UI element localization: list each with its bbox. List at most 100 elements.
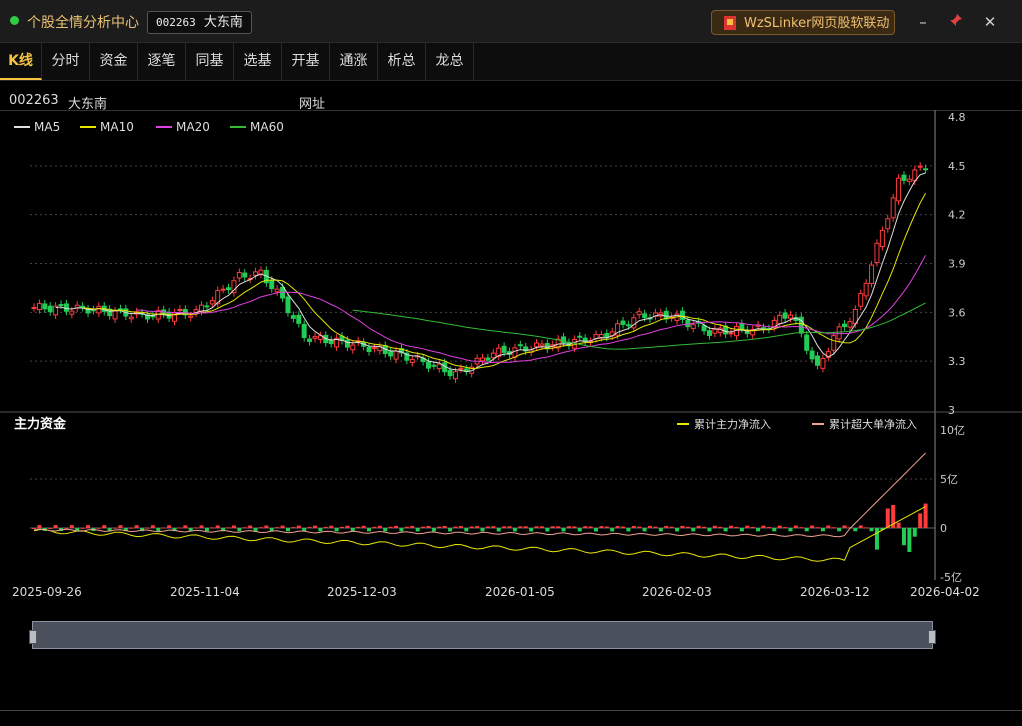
candle — [204, 305, 210, 308]
flow-bar — [491, 526, 496, 528]
tab-1[interactable]: 分时 — [42, 43, 90, 80]
legend-label: MA10 — [100, 120, 134, 134]
y-tick-label: 4.8 — [948, 111, 966, 124]
flow-bar — [231, 525, 236, 528]
flow-bar — [204, 528, 209, 532]
stock-selector[interactable]: 002263 大东南 — [147, 11, 252, 34]
tab-7[interactable]: 通涨 — [330, 43, 378, 80]
range-handle-left[interactable] — [29, 630, 37, 644]
candle — [31, 306, 37, 309]
tab-0[interactable]: K线 — [0, 43, 42, 80]
candle — [804, 334, 810, 351]
candle — [425, 361, 431, 369]
x-tick-label: 2025-09-26 — [12, 585, 82, 599]
flow-bar — [345, 525, 350, 528]
candle — [447, 369, 453, 377]
candle — [301, 323, 307, 338]
flow-bar — [280, 525, 285, 528]
candle — [112, 310, 118, 320]
flow-bar — [680, 525, 685, 528]
minimize-button[interactable]: – — [911, 10, 935, 34]
tab-5[interactable]: 选基 — [234, 43, 282, 80]
flow-bar — [264, 525, 269, 528]
flow-bar — [702, 526, 707, 528]
flow-bar — [475, 526, 480, 528]
candle — [820, 358, 826, 369]
flow-bar — [372, 526, 377, 528]
title-bar: 个股全情分析中心 002263 大东南 WzSLinker网页股软联动 – ✕ — [0, 0, 1022, 43]
candle — [642, 313, 648, 318]
candle — [242, 272, 248, 278]
linker-button[interactable]: WzSLinker网页股软联动 — [711, 10, 895, 35]
candle — [236, 272, 242, 279]
flow-bar — [312, 525, 317, 528]
ma10-line — [82, 193, 927, 370]
candle — [604, 333, 610, 338]
flow-bar — [874, 528, 879, 550]
divider — [0, 710, 1022, 711]
candle — [874, 242, 880, 263]
tab-9[interactable]: 龙总 — [426, 43, 474, 80]
flow-bar — [215, 525, 220, 528]
flow-bar — [340, 526, 345, 528]
candle — [701, 325, 707, 332]
flow-bar — [896, 522, 901, 528]
tab-2[interactable]: 资金 — [90, 43, 138, 80]
candle — [625, 324, 631, 327]
candle — [539, 343, 545, 347]
bookmark-icon — [724, 16, 736, 30]
flow-bar — [853, 528, 858, 532]
flow-bar — [658, 528, 663, 532]
flow-bar — [739, 528, 744, 532]
flow-bar — [729, 525, 734, 528]
chart-area[interactable]: 4.8 4.5 4.2 3.9 3.6 3.3 3 MA5 MA10 MA20 MA60 主力资金 累计… — [0, 110, 1022, 610]
tab-6[interactable]: 开基 — [282, 43, 330, 80]
y-tick-label: 3.3 — [948, 355, 966, 368]
candle — [409, 358, 415, 363]
flow-bar — [415, 528, 420, 532]
candle — [393, 350, 399, 360]
candle — [485, 357, 491, 361]
candle — [593, 333, 599, 339]
candle — [58, 304, 64, 307]
candle — [534, 342, 540, 348]
flow-bar — [664, 525, 669, 528]
flow-bar — [69, 525, 74, 528]
candle — [906, 178, 912, 182]
flow-bar — [134, 525, 139, 528]
range-handle-right[interactable] — [928, 630, 936, 644]
flow-bar — [620, 526, 625, 528]
y-tick-label: 4.5 — [948, 160, 966, 173]
tab-8[interactable]: 析总 — [378, 43, 426, 80]
tab-3[interactable]: 逐笔 — [138, 43, 186, 80]
flow-bar — [275, 527, 280, 529]
candle — [863, 282, 869, 297]
tab-bar: K线 分时 资金 逐笔 同基 选基 开基 通涨 析总 龙总 — [0, 43, 1022, 81]
flow-bar — [583, 526, 588, 528]
flow-bar — [323, 526, 328, 528]
candle — [226, 287, 232, 291]
flow-bar — [685, 526, 690, 528]
candle — [879, 229, 885, 247]
flow-bar — [669, 526, 674, 528]
legend-label: MA20 — [176, 120, 210, 134]
flow-bar — [37, 525, 42, 528]
close-button[interactable]: ✕ — [978, 10, 1002, 34]
flow-bar — [248, 525, 253, 528]
flow-bar — [869, 528, 874, 532]
candle — [501, 345, 507, 353]
range-scrollbar[interactable] — [29, 621, 936, 649]
candle — [858, 293, 864, 307]
flow-bar — [918, 513, 923, 528]
flow-bar — [593, 528, 598, 532]
flow-bar — [653, 526, 658, 528]
flow-bar — [912, 528, 917, 537]
pin-button[interactable] — [944, 10, 968, 34]
candle — [706, 330, 712, 337]
y-tick-label: 3.6 — [948, 306, 966, 319]
flow-bar — [901, 528, 906, 546]
tab-4[interactable]: 同基 — [186, 43, 234, 80]
flow-bar — [285, 528, 290, 532]
candle — [436, 363, 442, 370]
flow-bar — [404, 526, 409, 528]
